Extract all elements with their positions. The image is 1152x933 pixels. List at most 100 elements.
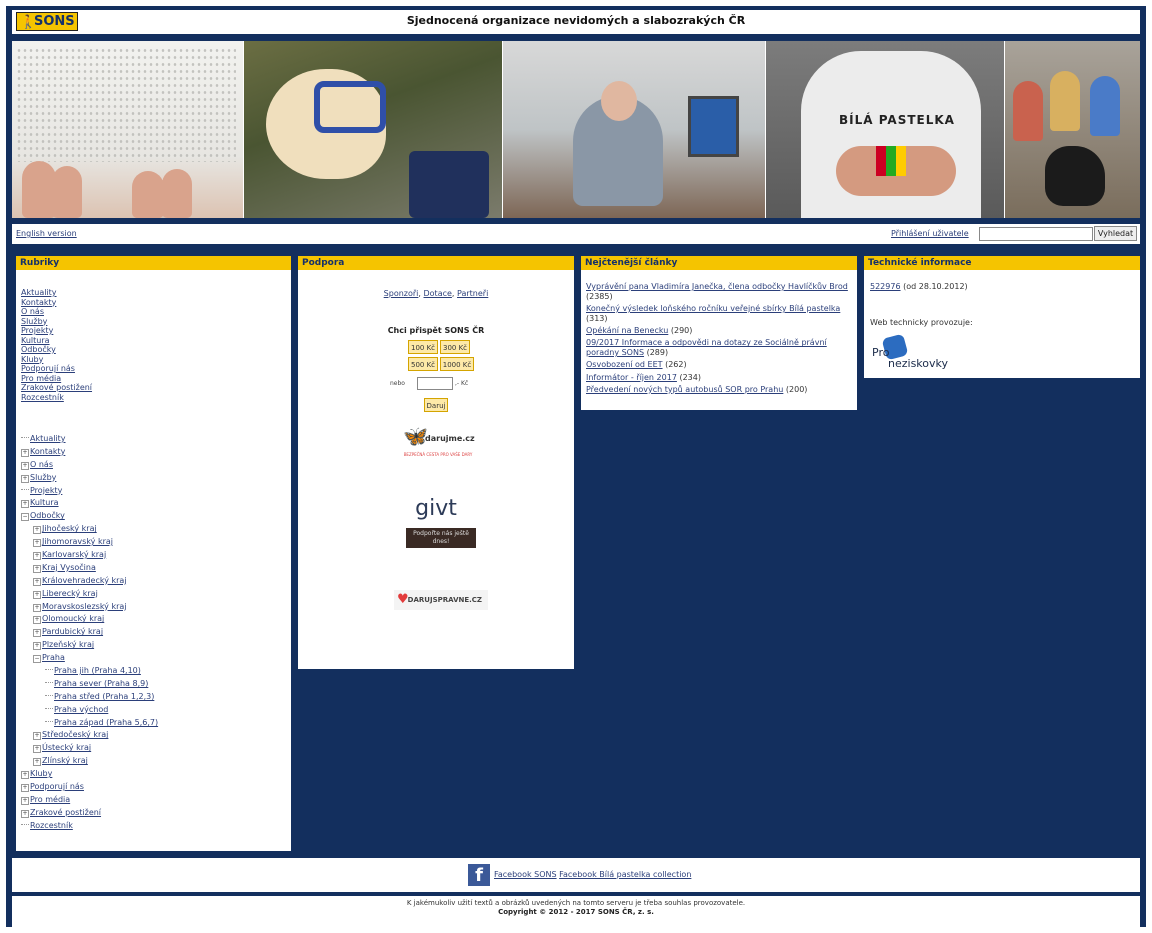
tree-link[interactable]: Ústecký kraj [42, 743, 91, 752]
english-version-link[interactable]: English version [16, 229, 77, 238]
tree-item: + Ústecký kraj [21, 742, 158, 755]
expand-icon[interactable]: + [33, 577, 41, 586]
rubrika-link[interactable]: Služby [21, 317, 47, 326]
tree-link[interactable]: Kontakty [30, 447, 65, 456]
tree-link[interactable]: Praha sever (Praha 8,9) [54, 679, 148, 688]
rubrika-link[interactable]: Podporují nás [21, 364, 75, 373]
facebook-bila-pastelka-link[interactable]: Facebook Bílá pastelka collection [559, 870, 691, 879]
tree-link[interactable]: Praha jih (Praha 4,10) [54, 666, 141, 675]
partneri-link[interactable]: Partneři [457, 289, 488, 298]
search-button[interactable]: Vyhledat [1094, 226, 1137, 241]
expand-icon[interactable]: + [21, 796, 29, 805]
tree-link[interactable]: Služby [30, 473, 56, 482]
rubriky-tree: Aktuality + Kontakty + O nás + Služby Projekty +… [21, 433, 158, 833]
tree-link[interactable]: Rozcestník [30, 821, 73, 830]
dotace-link[interactable]: Dotace [424, 289, 452, 298]
article-link[interactable]: Konečný výsledek loňského ročníku veřejn… [586, 304, 840, 313]
rubrika-link[interactable]: Kontakty [21, 298, 56, 307]
article-link[interactable]: Osvobození od EET [586, 360, 663, 369]
rubrika-link[interactable]: O nás [21, 307, 44, 316]
collapse-icon[interactable]: − [33, 655, 41, 664]
daruj-button[interactable]: Daruj [424, 398, 448, 412]
expand-icon[interactable]: + [21, 809, 29, 818]
podpora-panel: Podpora Sponzoři, Dotace, Partneři Chci … [298, 256, 574, 669]
expand-icon[interactable]: + [21, 500, 29, 509]
expand-icon[interactable]: + [33, 629, 41, 638]
article-link[interactable]: Vyprávění pana Vladimíra Janečka, člena … [586, 282, 848, 291]
facebook-icon[interactable]: f [468, 864, 490, 886]
expand-icon[interactable]: + [21, 771, 29, 780]
expand-icon[interactable]: + [33, 526, 41, 535]
expand-icon[interactable]: + [21, 474, 29, 483]
expand-icon[interactable]: + [33, 642, 41, 651]
tree-link[interactable]: Olomoucký kraj [42, 614, 104, 623]
givt-support-button[interactable]: Podpořte nás ještě dnes! [406, 528, 476, 548]
givt-logo[interactable]: givt [298, 496, 574, 521]
expand-icon[interactable]: + [33, 539, 41, 548]
tree-link[interactable]: Praha západ (Praha 5,6,7) [54, 718, 158, 727]
tree-link[interactable]: Praha východ [54, 705, 108, 714]
facebook-sons-link[interactable]: Facebook SONS [494, 870, 557, 879]
copyright: Copyright © 2012 - 2017 SONS ČR, z. s. [498, 908, 654, 916]
collapse-icon[interactable]: − [21, 513, 29, 522]
proneziskovky-logo[interactable]: Pro neziskovky [872, 333, 962, 371]
expand-icon[interactable]: + [33, 758, 41, 767]
tree-link[interactable]: Jihočeský kraj [42, 524, 97, 533]
expand-icon[interactable]: + [33, 590, 41, 599]
rubrika-link[interactable]: Zrakové postižení [21, 383, 92, 392]
expand-icon[interactable]: + [33, 745, 41, 754]
tree-link[interactable]: Středočeský kraj [42, 730, 108, 739]
rubrika-link[interactable]: Projekty [21, 326, 53, 335]
donate-100-button[interactable]: 100 Kč [408, 340, 438, 354]
expand-icon[interactable]: + [33, 732, 41, 741]
darujspravne-logo[interactable]: ♥ DARUJSPRAVNE.CZ [394, 590, 488, 610]
tree-link[interactable]: Kultura [30, 498, 59, 507]
search-input[interactable] [979, 227, 1093, 241]
tree-link[interactable]: Jihomoravský kraj [42, 537, 113, 546]
tree-link[interactable]: Královehradecký kraj [42, 576, 127, 585]
login-link[interactable]: Přihlášení uživatele [891, 229, 969, 238]
expand-icon[interactable]: + [33, 616, 41, 625]
tree-link[interactable]: Praha [42, 653, 65, 662]
tree-link[interactable]: Karlovarský kraj [42, 550, 106, 559]
tree-link[interactable]: Podporují nás [30, 782, 84, 791]
rubrika-link[interactable]: Rozcestník [21, 393, 64, 402]
article-link[interactable]: 09/2017 Informace a odpovědi na dotazy z… [586, 338, 827, 357]
tree-link[interactable]: O nás [30, 460, 53, 469]
expand-icon[interactable]: + [21, 784, 29, 793]
tree-link[interactable]: Projekty [30, 486, 62, 495]
donate-300-button[interactable]: 300 Kč [440, 340, 470, 354]
tree-link[interactable]: Kluby [30, 769, 52, 778]
donate-1000-button[interactable]: 1000 Kč [440, 357, 474, 371]
rubrika-link[interactable]: Aktuality [21, 288, 57, 297]
amount-input[interactable] [417, 377, 453, 390]
article-count: (313) [586, 313, 608, 323]
expand-icon[interactable]: + [33, 603, 41, 612]
expand-icon[interactable]: + [33, 552, 41, 561]
article-link[interactable]: Předvedení nových typů autobusů SOR pro … [586, 385, 783, 394]
tree-link[interactable]: Kraj Vysočina [42, 563, 96, 572]
expand-icon[interactable]: + [21, 461, 29, 470]
tree-link[interactable]: Odbočky [30, 511, 65, 520]
tree-link[interactable]: Praha střed (Praha 1,2,3) [54, 692, 154, 701]
tree-link[interactable]: Moravskoslezský kraj [42, 602, 126, 611]
darujme-logo[interactable]: 🦋 darujme.cz BEZPEČNÁ CESTA PRO VAŠE DAR… [393, 424, 483, 464]
rubrika-link[interactable]: Pro média [21, 374, 61, 383]
rubrika-link[interactable]: Odbočky [21, 345, 56, 354]
tree-link[interactable]: Zrakové postižení [30, 808, 101, 817]
tree-link[interactable]: Pro média [30, 795, 70, 804]
tree-link[interactable]: Zlínský kraj [42, 756, 88, 765]
tree-link[interactable]: Aktuality [30, 434, 66, 443]
expand-icon[interactable]: + [21, 448, 29, 457]
article-link[interactable]: Informátor - říjen 2017 [586, 373, 677, 382]
sponzori-link[interactable]: Sponzoři [384, 289, 419, 298]
tree-link[interactable]: Liberecký kraj [42, 589, 98, 598]
rubrika-link[interactable]: Kluby [21, 355, 43, 364]
donate-500-button[interactable]: 500 Kč [408, 357, 438, 371]
tree-link[interactable]: Pardubický kraj [42, 627, 103, 636]
tree-link[interactable]: Plzeňský kraj [42, 640, 94, 649]
expand-icon[interactable]: + [33, 564, 41, 573]
rubrika-link[interactable]: Kultura [21, 336, 50, 345]
article-link[interactable]: Opékání na Benecku [586, 326, 668, 335]
counter-value[interactable]: 522976 [870, 282, 901, 291]
